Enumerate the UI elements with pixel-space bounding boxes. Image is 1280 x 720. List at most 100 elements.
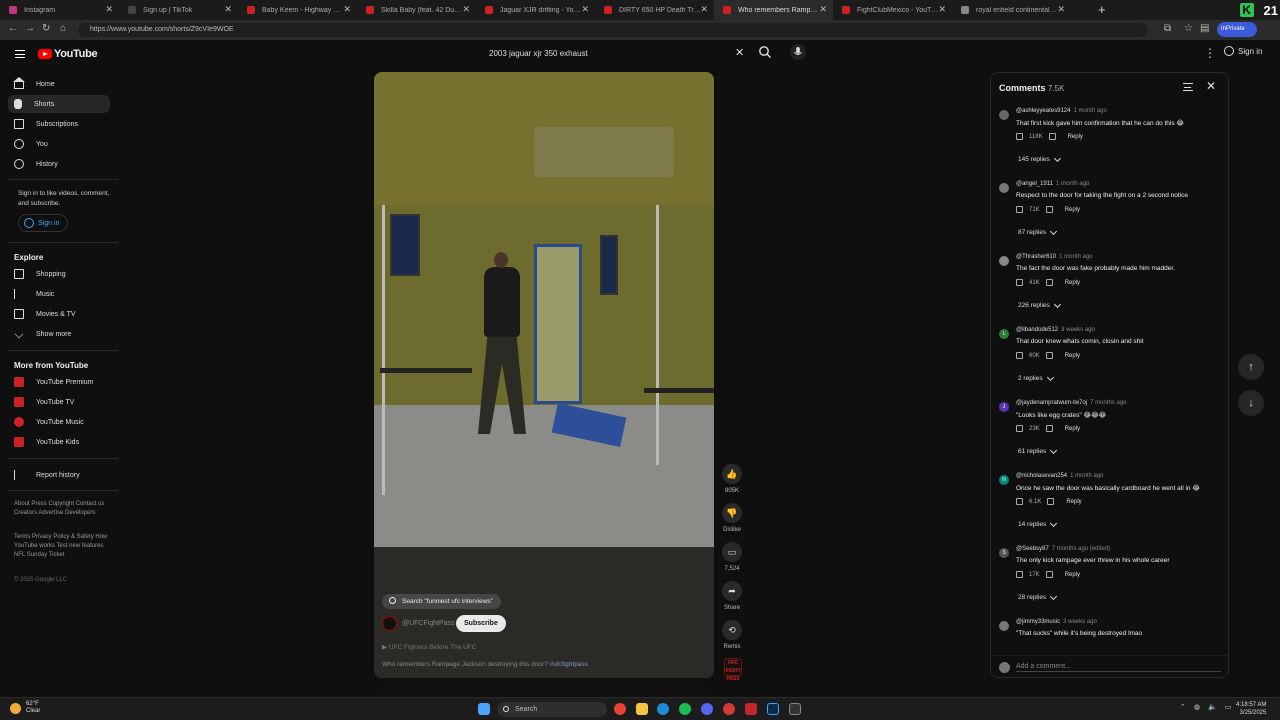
sidebar-item-kids[interactable]: YouTube Kids	[8, 433, 110, 451]
clear-search-icon[interactable]: ✕	[735, 46, 744, 59]
browser-tab[interactable]: Instagram ✕	[0, 0, 119, 20]
sort-icon[interactable]	[1183, 83, 1193, 91]
browser-tab[interactable]: Sign up | TikTok ✕	[119, 0, 238, 20]
view-replies-button[interactable]: 2 replies	[1018, 373, 1054, 382]
thumbs-down-icon[interactable]: 👎	[722, 503, 742, 523]
comments-action[interactable]: ▭ 7,524	[722, 542, 742, 572]
avatar[interactable]: N	[999, 475, 1009, 485]
sidebar-item-shorts[interactable]: Shorts	[8, 95, 110, 113]
thumbs-up-icon[interactable]	[1016, 206, 1023, 213]
inprivate-badge[interactable]: InPrivate	[1217, 22, 1257, 37]
thumbs-down-icon[interactable]	[1048, 133, 1056, 140]
add-comment-input[interactable]: Add a comment...	[1016, 663, 1221, 672]
sidebar-item-history[interactable]: History	[8, 155, 110, 173]
browser-tab[interactable]: Baby Keem - Highway 95 pt. 2 (Offic✕	[238, 0, 357, 20]
tab-close-icon[interactable]: ✕	[462, 4, 470, 15]
avatar[interactable]: L	[999, 329, 1009, 339]
thumbs-up-icon[interactable]	[1016, 279, 1023, 286]
shorts-video-player[interactable]: Search "funniest ufc interviews" @UFCFig…	[374, 72, 714, 678]
volume-icon[interactable]: 🔈	[1208, 703, 1217, 711]
forward-icon[interactable]: →	[25, 23, 35, 34]
view-replies-button[interactable]: 28 replies	[1018, 592, 1058, 601]
url-input[interactable]: https://www.youtube.com/shorts/Z9cVIe9WO…	[78, 23, 1148, 37]
photoshop-icon[interactable]	[767, 703, 779, 715]
reply-button[interactable]: Reply	[1066, 499, 1081, 505]
extensions-icon[interactable]: ⧉	[1164, 23, 1171, 34]
avatar[interactable]: J	[999, 402, 1009, 412]
sidebar-item-you[interactable]: You	[8, 135, 110, 153]
footer-links-secondary[interactable]: Terms Privacy Policy & Safety How YouTub…	[14, 533, 114, 560]
avatar[interactable]	[999, 183, 1009, 193]
view-replies-button[interactable]: 87 replies	[1018, 227, 1058, 236]
comment-author[interactable]: @Seebsy87 7 months ago (edited)	[1016, 546, 1110, 552]
sidebar-item-home[interactable]: Home	[8, 75, 110, 93]
comment-author[interactable]: @Thrasher610 1 month ago	[1016, 254, 1092, 260]
tab-close-icon[interactable]: ✕	[700, 4, 708, 15]
sidebar-item-tv[interactable]: YouTube TV	[8, 393, 110, 411]
browser-tab[interactable]: royal enfield continental gt 650 ba✕	[952, 0, 1071, 20]
thumbs-down-icon[interactable]	[1047, 498, 1055, 505]
sidebar-item-report-history[interactable]: Report history	[8, 466, 110, 484]
file-explorer-icon[interactable]	[636, 703, 648, 715]
avatar[interactable]	[999, 621, 1009, 631]
reply-button[interactable]: Reply	[1065, 353, 1080, 359]
terminal-icon[interactable]	[789, 703, 801, 715]
channel-avatar[interactable]	[382, 616, 397, 631]
thumbs-up-icon[interactable]	[1016, 498, 1023, 505]
search-input[interactable]: 2003 jaguar xjr 350 exhaust	[477, 44, 751, 64]
reply-button[interactable]: Reply	[1068, 134, 1083, 140]
subscribe-button[interactable]: Subscribe	[456, 615, 506, 632]
clock[interactable]: 4:18:57 AM 3/25/2025	[1236, 701, 1266, 717]
favorites-icon[interactable]: ☆	[1184, 23, 1193, 34]
thumbs-down-icon[interactable]	[1045, 571, 1053, 578]
browser-tab[interactable]: DIRTY 650 HP Death Trap | Big Turbo✕	[595, 0, 714, 20]
reply-button[interactable]: Reply	[1065, 426, 1080, 432]
comment-author[interactable]: @angel_1911 1 month ago	[1016, 181, 1089, 187]
battery-icon[interactable]: ▭	[1225, 703, 1232, 711]
next-short-preview[interactable]	[374, 686, 714, 696]
hamburger-menu-icon[interactable]	[15, 50, 25, 58]
avatar[interactable]	[999, 256, 1009, 266]
browser-tab[interactable]: Skilla Baby (feat. 42 Dugg) - Weirdo✕	[357, 0, 476, 20]
comment-author[interactable]: @ashleyyeates9124 1 month ago	[1016, 108, 1107, 114]
video-caption[interactable]: Who remembers Rampage Jackson destroying…	[382, 661, 588, 668]
playlist-link[interactable]: ▶ UFC Fighters Before The UFC	[382, 643, 476, 651]
sidebar-signin-button[interactable]: Sign in	[18, 214, 68, 232]
microphone-icon[interactable]	[790, 44, 806, 60]
discord-icon[interactable]	[701, 703, 713, 715]
dislike-action[interactable]: 👎 Dislike	[722, 503, 742, 533]
spotify-icon[interactable]	[679, 703, 691, 715]
tab-close-icon[interactable]: ✕	[581, 4, 589, 15]
view-replies-button[interactable]: 14 replies	[1018, 519, 1058, 528]
chrome-icon[interactable]	[614, 703, 626, 715]
thumbs-down-icon[interactable]	[1045, 206, 1053, 213]
acrobat-icon[interactable]	[745, 703, 757, 715]
like-action[interactable]: 👍 805K	[722, 464, 742, 494]
avatar[interactable]	[999, 110, 1009, 120]
hashtag-link[interactable]: #ufcfightpass	[550, 661, 588, 668]
close-icon[interactable]: ✕	[1206, 79, 1216, 93]
reply-button[interactable]: Reply	[1065, 572, 1080, 578]
view-replies-button[interactable]: 145 replies	[1018, 154, 1061, 163]
new-tab-button[interactable]: +	[1098, 2, 1106, 17]
thumbs-up-icon[interactable]	[1016, 133, 1023, 140]
remix-action[interactable]: ⟲ Remix	[722, 620, 742, 650]
thumbs-up-icon[interactable]	[1016, 425, 1023, 432]
home-icon[interactable]: ⌂	[60, 23, 66, 34]
tab-close-icon[interactable]: ✕	[1057, 4, 1065, 15]
youtube-logo[interactable]: YouTube	[38, 48, 98, 60]
sidebar-item-premium[interactable]: YouTube Premium	[8, 373, 110, 391]
comment-author[interactable]: @jaydenampratwum-tw7oj 7 months ago	[1016, 400, 1126, 406]
tab-close-icon[interactable]: ✕	[105, 4, 113, 15]
windows-start-icon[interactable]	[478, 703, 490, 715]
sound-thumbnail[interactable]: UFC FIGHT PASS	[724, 658, 742, 682]
view-replies-button[interactable]: 61 replies	[1018, 446, 1058, 455]
share-action[interactable]: ➦ Share	[722, 581, 742, 611]
more-options-icon[interactable]: ⋮	[1204, 46, 1216, 60]
refresh-icon[interactable]: ↻	[42, 23, 50, 34]
view-replies-button[interactable]: 226 replies	[1018, 300, 1061, 309]
taskbar-search[interactable]: Search	[497, 702, 607, 717]
add-comment-bar[interactable]: Add a comment...	[991, 655, 1228, 677]
chevron-up-icon[interactable]: ⌃	[1180, 703, 1186, 711]
tab-close-icon[interactable]: ✕	[938, 4, 946, 15]
